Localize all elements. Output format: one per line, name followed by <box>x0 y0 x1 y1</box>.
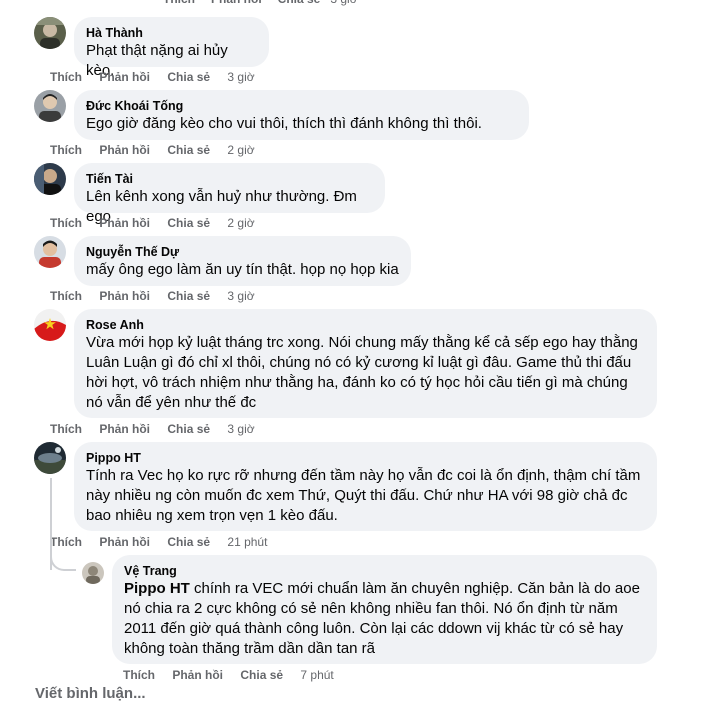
comment-text: mấy ông ego làm ăn uy tín thật. họp nọ h… <box>86 261 399 278</box>
share-link[interactable]: Chia sẻ <box>167 289 210 303</box>
reply-actions: Thích Phản hồi Chia sẻ 7 phút <box>123 668 334 682</box>
like-link[interactable]: Thích <box>123 668 155 682</box>
like-link[interactable]: Thích <box>50 143 82 157</box>
comment-actions: Thích Phản hồi Chia sẻ 3 giờ <box>50 70 255 84</box>
reply-link[interactable]: Phản hồi <box>172 668 223 682</box>
reply-link[interactable]: Phản hồi <box>99 422 150 436</box>
comment-time[interactable]: 21 phút <box>227 535 267 549</box>
comment-text-line: hời hợt, vô trách nhiệm như thằng ha, đá… <box>86 374 628 391</box>
comment-text-line: không toàn thăng trầm dần dần tan rã <box>124 640 376 657</box>
reply-link[interactable]: Phản hồi <box>99 535 150 549</box>
comment-time[interactable]: 2 giờ <box>227 143 254 157</box>
comment-bubble: Pippo HT Tính ra Vec họ ko rực rỡ nhưng … <box>74 442 657 531</box>
comment-text-line: Luân Luận gì đó chỉ xl thôi, chúng nó có… <box>86 354 632 371</box>
comment-bubble: Tiến Tài Lên kênh xong vẫn huỷ như thườn… <box>74 163 385 225</box>
reply-text-first-line: chính ra VEC mới chuẩn làm ăn chuyên ngh… <box>189 580 640 597</box>
avatar[interactable] <box>34 17 66 49</box>
comment-author[interactable]: Vệ Trang <box>124 563 645 579</box>
comment-text-line: bao nhiêu ng xem trọn vẹn 1 kèo đấu. <box>86 507 338 524</box>
comment-actions: Thích Phản hồi Chia sẻ 2 giờ <box>50 143 255 157</box>
top-comment-actions: Thích Phản hồi Chia sẻ 3 giờ <box>163 0 374 10</box>
reply-link[interactable]: Phản hồi <box>211 0 262 10</box>
reply-link[interactable]: Phản hồi <box>99 70 150 84</box>
comment-actions: Thích Phản hồi Chia sẻ 3 giờ <box>50 422 255 436</box>
avatar[interactable] <box>34 442 66 474</box>
comment-time[interactable]: 3 giờ <box>227 70 254 84</box>
share-link[interactable]: Chia sẻ <box>167 143 210 157</box>
avatar[interactable] <box>82 562 104 584</box>
share-link[interactable]: Chia sẻ <box>167 70 210 84</box>
comment-text: Ego giờ đăng kèo cho vui thôi, thích thì… <box>86 115 482 132</box>
comment-author[interactable]: Rose Anh <box>86 317 645 333</box>
comment-actions: Thích Phản hồi Chia sẻ 21 phút <box>50 535 267 549</box>
comment-text-line: 2011 đến giờ quá thành công luôn. Còn lạ… <box>124 620 624 637</box>
like-link[interactable]: Thích <box>50 216 82 230</box>
comment-author[interactable]: Tiến Tài <box>86 171 373 187</box>
comment-text-line: Tính ra Vec họ ko rực rỡ nhưng đến tầm n… <box>86 467 641 484</box>
avatar[interactable] <box>34 309 66 341</box>
reply-link[interactable]: Phản hồi <box>99 289 150 303</box>
comment-text-line: Pippo HT chính ra VEC mới chuẩn làm ăn c… <box>124 579 645 599</box>
comment-text-line: nó chia ra 2 cực không có sẻ nên không n… <box>124 600 618 617</box>
like-link[interactable]: Thích <box>50 422 82 436</box>
share-link[interactable]: Chia sẻ <box>240 668 283 682</box>
comment-text-line: nó vẫn để yên như thế đc <box>86 394 257 411</box>
share-link[interactable]: Chia sẻ <box>167 422 210 436</box>
comment-time[interactable]: 3 giờ <box>330 0 357 10</box>
like-link[interactable]: Thích <box>163 0 195 10</box>
reply-link[interactable]: Phản hồi <box>99 216 150 230</box>
share-link[interactable]: Chia sẻ <box>167 216 210 230</box>
share-link[interactable]: Chia sẻ <box>167 535 210 549</box>
comment-actions: Thích Phản hồi Chia sẻ 2 giờ <box>50 216 255 230</box>
like-link[interactable]: Thích <box>50 70 82 84</box>
mention-link[interactable]: Pippo HT <box>124 580 190 597</box>
comment-author[interactable]: Nguyễn Thế Dự <box>86 244 399 260</box>
like-link[interactable]: Thích <box>50 289 82 303</box>
thread-connector-curve <box>50 545 76 571</box>
comment-time[interactable]: 3 giờ <box>227 289 254 303</box>
avatar[interactable] <box>34 90 66 122</box>
comment-bubble: Hà Thành Phạt thật nặng ai hủy kèo. <box>74 17 269 79</box>
comment-bubble: Đức Khoái Tống Ego giờ đăng kèo cho vui … <box>74 90 529 140</box>
comment-bubble: Nguyễn Thế Dự mấy ông ego làm ăn uy tín … <box>74 236 411 286</box>
avatar[interactable] <box>34 236 66 268</box>
reply-link[interactable]: Phản hồi <box>99 143 150 157</box>
comment-author[interactable]: Đức Khoái Tống <box>86 98 517 114</box>
comment-author[interactable]: Pippo HT <box>86 450 645 466</box>
comment-author[interactable]: Hà Thành <box>86 25 257 41</box>
comment-time[interactable]: 3 giờ <box>227 422 254 436</box>
comment-bubble: Rose Anh Vừa mới họp kỷ luật tháng trc x… <box>74 309 657 418</box>
comment-time[interactable]: 7 phút <box>300 668 333 682</box>
comment-text-line: này nhiều ng còn muốn đc xem Thứ, Quýt t… <box>86 487 628 504</box>
reply-bubble: Vệ Trang Pippo HT chính ra VEC mới chuẩn… <box>112 555 657 664</box>
avatar[interactable] <box>34 163 66 195</box>
share-link[interactable]: Chia sẻ <box>278 0 321 10</box>
comment-text-line: Vừa mới họp kỷ luật tháng trc xong. Nói … <box>86 334 638 351</box>
comment-actions: Thích Phản hồi Chia sẻ 3 giờ <box>50 289 255 303</box>
write-comment-link[interactable]: Viết bình luận... <box>35 685 146 702</box>
comment-time[interactable]: 2 giờ <box>227 216 254 230</box>
